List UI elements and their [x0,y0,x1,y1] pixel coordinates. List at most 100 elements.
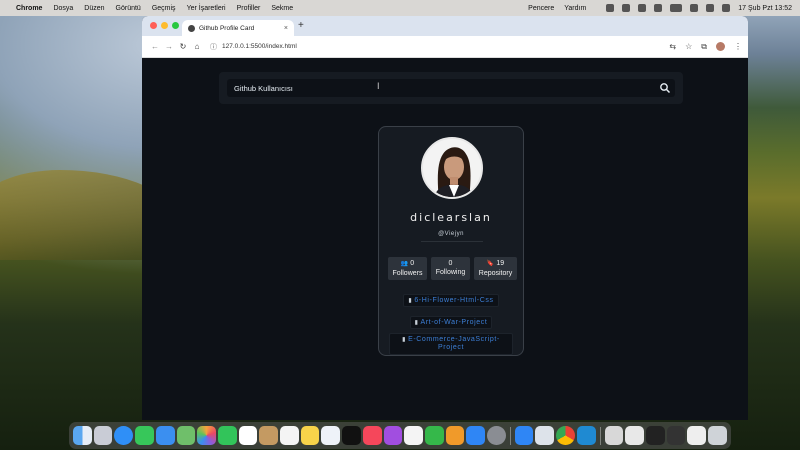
text-cursor-icon: I [377,81,380,91]
book-icon: ▮ [414,320,419,326]
search-bar: I [219,72,683,104]
browser-window: Github Profile Card × + ← → ↻ ⌂ ⓘ 127.0.… [142,16,748,420]
menu-file[interactable]: Dosya [53,5,73,12]
safari-icon[interactable] [114,426,134,445]
dock-separator [599,426,601,445]
window-controls [150,22,179,29]
menu-history[interactable]: Geçmiş [152,5,176,12]
mail-icon[interactable] [155,426,175,445]
page-content: I diclearslan @Viejyn [142,58,748,420]
menu-window[interactable]: Pencere [528,5,554,12]
search-icon[interactable] [706,4,715,12]
home-icon[interactable]: ⌂ [190,42,204,51]
new-tab-button[interactable]: + [298,20,304,31]
tv-icon[interactable] [342,426,361,445]
vscode-icon[interactable] [576,426,596,445]
tab-title: Github Profile Card [199,24,255,32]
translate-icon[interactable]: ⇆ [669,42,676,51]
battery-icon[interactable] [670,4,683,12]
repo-link[interactable]: ▮ Art-of-War-Project [409,316,493,329]
window-thumbnail-icon[interactable] [666,426,686,445]
document-thumbnail-icon[interactable] [604,426,624,445]
browser-menu-icon[interactable]: ⋮ [734,42,742,51]
photos-icon[interactable] [197,426,216,445]
search-icon[interactable] [659,82,671,94]
repo-name: Art-of-War-Project [420,319,488,326]
menu-help[interactable]: Yardım [564,5,586,12]
facetime-icon[interactable] [217,426,237,445]
chrome-icon[interactable] [556,426,575,445]
repo-link[interactable]: ▮ E-Commerce-JavaScript-Project [389,333,513,355]
repository-label: Repository [478,270,513,277]
bookmark-icon: 🔖 [486,261,495,267]
repo-name: 6-Hi-Flower-Html-Css [414,297,494,304]
menu-bookmarks[interactable]: Yer İşaretleri [187,5,226,12]
book-icon: ▮ [402,337,407,343]
followers-stat: 👥 0 Followers [388,257,427,280]
close-tab-icon[interactable]: × [284,25,288,32]
trash-icon[interactable] [708,426,727,445]
browser-tab[interactable]: Github Profile Card × [182,20,294,36]
maps-icon[interactable] [176,426,196,445]
freeform-icon[interactable] [321,426,341,445]
repository-stat: 🔖 19 Repository [474,257,517,280]
preview-icon[interactable] [535,426,555,445]
avatar [421,137,483,199]
finder-icon[interactable] [73,426,92,445]
system-settings-icon[interactable] [487,426,506,445]
menu-profiles[interactable]: Profiller [237,5,261,12]
followers-count: 0 [410,260,415,267]
reminders-icon[interactable] [280,426,299,445]
bookmark-star-icon[interactable]: ☆ [685,42,692,51]
window-thumbnail-icon[interactable] [645,426,665,445]
profile-handle[interactable]: @Viejyn [379,231,523,237]
reload-icon[interactable]: ↻ [176,42,190,51]
podcasts-icon[interactable] [383,426,403,445]
menu-tab[interactable]: Sekme [271,5,293,12]
close-window-button[interactable] [150,22,157,29]
back-icon[interactable]: ← [148,42,162,51]
status-icon[interactable] [638,4,647,12]
messages-icon[interactable] [135,426,154,445]
forward-icon[interactable]: → [162,42,176,51]
control-center-icon[interactable] [722,4,731,12]
address-bar: ← → ↻ ⌂ ⓘ 127.0.0.1:5500/index.html ⇆ ☆ … [142,36,748,58]
notes-icon[interactable] [300,426,320,445]
site-info-icon[interactable]: ⓘ [210,42,217,52]
zoom-icon[interactable] [514,426,534,445]
search-input[interactable] [227,79,675,97]
wifi-icon[interactable] [690,4,699,12]
following-stat: 0 Following [431,257,470,280]
bluetooth-icon[interactable] [654,4,663,12]
menu-edit[interactable]: Düzen [84,5,104,12]
music-icon[interactable] [362,426,382,445]
mac-menubar: Chrome Dosya Düzen Görüntü Geçmiş Yer İş… [0,0,800,16]
url-field[interactable]: ⓘ 127.0.0.1:5500/index.html [210,42,297,52]
launchpad-icon[interactable] [93,426,113,445]
menu-view[interactable]: Görüntü [116,5,141,12]
fullscreen-window-button[interactable] [172,22,179,29]
profile-username: diclearslan [410,211,492,224]
numbers-icon[interactable] [424,426,444,445]
status-icon[interactable] [606,4,615,12]
repo-name: E-Commerce-JavaScript-Project [408,336,500,351]
minimize-window-button[interactable] [161,22,168,29]
extensions-icon[interactable]: ⧉ [701,42,707,52]
profile-avatar-icon[interactable] [716,42,725,51]
users-icon: 👥 [400,261,409,267]
menubar-clock[interactable]: 17 Şub Pzt 13:52 [738,5,792,12]
repo-list: ▮ 6-Hi-Flower-Html-Css ▮ Art-of-War-Projec… [379,289,523,359]
document-thumbnail-icon[interactable] [625,426,644,445]
news-icon[interactable] [404,426,423,445]
calendar-icon[interactable] [238,426,258,445]
app-store-icon[interactable] [466,426,486,445]
status-icon[interactable] [622,4,631,12]
dock-separator [509,426,511,445]
window-thumbnail-icon[interactable] [687,426,707,445]
repo-link[interactable]: ▮ 6-Hi-Flower-Html-Css [403,294,499,307]
contacts-icon[interactable] [259,426,279,445]
github-favicon-icon [188,24,195,32]
following-count: 0 [448,260,453,267]
pages-icon[interactable] [445,426,465,445]
menu-app-name[interactable]: Chrome [16,5,42,12]
